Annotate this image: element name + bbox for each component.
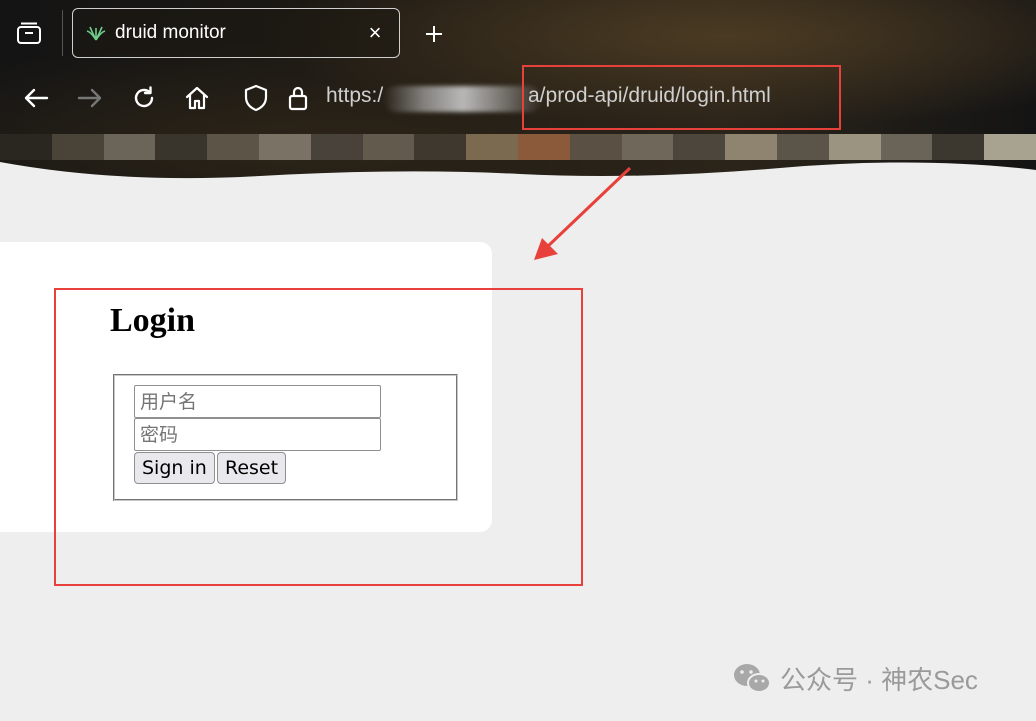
reset-button[interactable]: Reset (217, 452, 287, 484)
tab-strip: druid monitor × (0, 0, 1036, 64)
forward-button[interactable] (74, 82, 106, 114)
home-icon (185, 86, 209, 110)
wechat-icon (734, 663, 771, 693)
tab-close-icon[interactable]: × (361, 19, 389, 47)
back-button[interactable] (20, 82, 52, 114)
url-redacted-segment (384, 86, 542, 112)
watermark-text: 公众号 · 神农Sec (780, 665, 978, 695)
tab-overview-icon[interactable] (14, 18, 44, 48)
tab-separator (62, 10, 63, 56)
shield-icon[interactable] (240, 82, 272, 114)
tab-title: druid monitor (115, 22, 226, 43)
annotation-arrow (534, 166, 632, 260)
password-input[interactable] (134, 418, 381, 451)
url-prefix[interactable]: https:/ (326, 84, 383, 108)
reload-button[interactable] (128, 82, 160, 114)
url-path[interactable]: a/prod-api/druid/login.html (528, 84, 771, 108)
watermark: 公众号 · 神农Sec (732, 660, 978, 697)
arrow-left-icon (24, 88, 49, 108)
druid-favicon-icon (85, 22, 107, 44)
browser-chrome: druid monitor × https:/ a/prod-api/druid… (0, 0, 1036, 180)
arrow-right-icon (77, 88, 102, 108)
navigation-bar: https:/ a/prod-api/druid/login.html (0, 64, 1036, 132)
torn-edge (0, 162, 1036, 180)
sign-in-button[interactable]: Sign in (134, 452, 215, 484)
username-input[interactable] (134, 385, 381, 418)
new-tab-icon[interactable] (418, 18, 450, 50)
lock-icon[interactable] (282, 82, 314, 114)
home-button[interactable] (181, 82, 213, 114)
login-title: Login (110, 302, 196, 339)
reload-icon (134, 86, 154, 108)
tab-druid-monitor[interactable]: druid monitor × (72, 8, 400, 58)
